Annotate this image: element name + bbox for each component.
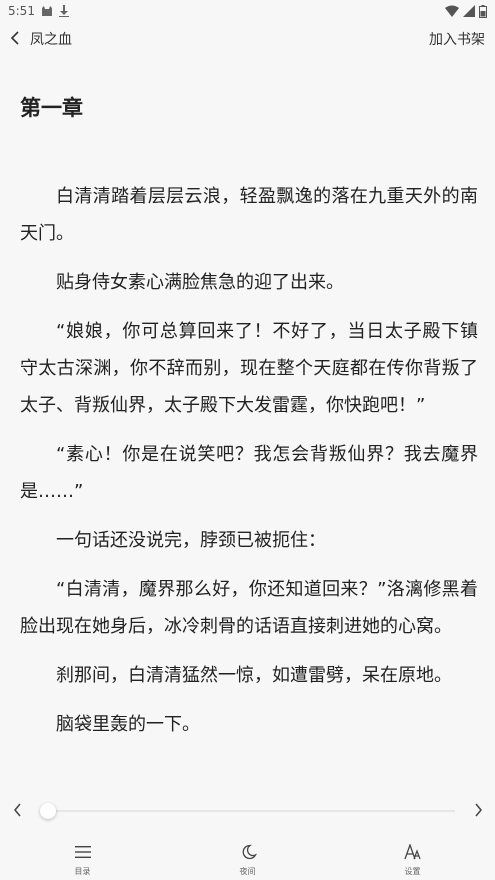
status-time: 5:51 (8, 4, 35, 18)
paragraph: 脑袋里轰的一下。 (56, 714, 200, 735)
download-icon (58, 5, 69, 17)
paragraph: “素心！你是在说笑吧？我怎会背叛仙界？我去魔界是……” (20, 444, 478, 502)
back-button[interactable]: 凤之血 (0, 29, 72, 49)
progress-slider-thumb[interactable] (40, 803, 56, 819)
settings-button[interactable]: 设置 (403, 842, 422, 877)
paragraph: 一句话还没说完，脖颈已被扼住： (56, 530, 326, 551)
previous-chapter-button[interactable] (0, 802, 34, 821)
add-to-shelf-button[interactable]: 加入书架 (429, 29, 495, 49)
moon-icon (239, 844, 257, 864)
chevron-right-icon (474, 802, 483, 821)
chapter-content: 第一章 白清清踏着层层云浪，轻盈飘逸的落在九重天外的南天门。 贴身侍女素心满脸焦… (20, 88, 478, 755)
paragraph: 刹那间，白清清猛然一惊，如遭雷劈，呆在原地。 (56, 665, 452, 686)
status-bar: 5:51 (0, 0, 495, 22)
book-title: 凤之血 (30, 32, 72, 48)
battery-icon (479, 4, 487, 18)
chevron-left-icon (10, 30, 20, 49)
paragraph: 贴身侍女素心满脸焦急的迎了出来。 (56, 272, 344, 293)
catalog-label: 目录 (74, 866, 91, 876)
night-label: 夜间 (239, 866, 256, 876)
chapter-progress (0, 796, 495, 826)
chevron-left-icon (13, 802, 22, 821)
progress-slider[interactable] (40, 803, 455, 819)
cat-notification-icon (41, 5, 53, 17)
status-right (445, 4, 495, 18)
wifi-icon (445, 5, 459, 17)
reader-bottom-bar: 目录 夜间 设置 (0, 840, 495, 880)
settings-label: 设置 (404, 866, 421, 876)
paragraph: 白清清踏着层层云浪，轻盈飘逸的落在九重天外的南天门。 (20, 186, 478, 244)
catalog-button[interactable]: 目录 (74, 844, 92, 877)
chapter-title: 第一章 (20, 96, 83, 120)
paragraph: “娘娘，你可总算回来了！不好了，当日太子殿下镇守太古深渊，你不辞而别，现在整个天… (20, 321, 478, 416)
chapter-text: 白清清踏着层层云浪，轻盈飘逸的落在九重天外的南天门。 贴身侍女素心满脸焦急的迎了… (20, 178, 478, 743)
paragraph: “白清清，魔界那么好，你还知道回来？”洛漓修黑着脸出现在她身后，冰冷刺骨的话语直… (20, 579, 478, 637)
night-mode-button[interactable]: 夜间 (239, 844, 257, 877)
menu-list-icon (74, 844, 92, 864)
reader-top-bar: 凤之血 加入书架 (0, 24, 495, 54)
next-chapter-button[interactable] (461, 802, 495, 821)
signal-icon (463, 5, 475, 17)
font-settings-icon (403, 842, 422, 864)
status-left: 5:51 (0, 4, 69, 18)
